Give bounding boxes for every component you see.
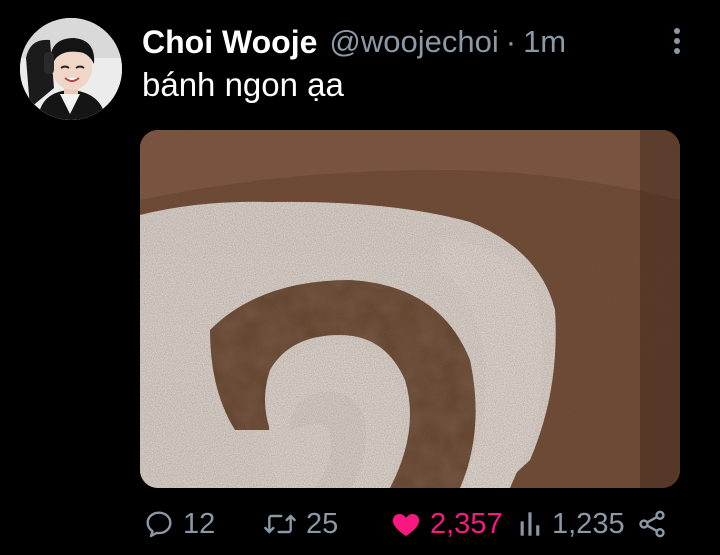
heart-icon [392,514,420,536]
more-vertical-icon[interactable] [669,26,685,58]
tweet-card[interactable]: Choi Wooje @woojechoi · 1m bánh ngon ạa [0,0,720,555]
tweet-actions: 12 25 2,357 1,235 [0,500,720,548]
retweet-count: 25 [306,507,339,540]
retweet-icon [264,514,296,534]
like-button[interactable]: 2,357 [390,500,503,548]
cake-roll-image [140,130,680,488]
reply-count: 12 [183,507,216,540]
views-icon [520,512,540,536]
avatar[interactable] [20,18,122,120]
timestamp[interactable]: 1m [523,24,566,60]
display-name[interactable]: Choi Wooje [142,24,317,61]
share-icon [639,510,665,538]
tweet-photo[interactable] [140,130,680,488]
separator-dot: · [505,24,517,59]
tweet-header: Choi Wooje @woojechoi · 1m [142,22,566,62]
avatar-image [20,18,122,120]
retweet-button[interactable]: 25 [262,500,338,548]
views-count: 1,235 [552,507,625,540]
share-button[interactable] [636,500,668,548]
tweet-text: bánh ngon ạa [142,66,344,103]
user-handle[interactable]: @woojechoi [329,24,498,60]
like-count: 2,357 [430,507,503,540]
views-button[interactable]: 1,235 [518,500,625,548]
reply-button[interactable]: 12 [143,500,215,548]
reply-icon [146,511,172,538]
